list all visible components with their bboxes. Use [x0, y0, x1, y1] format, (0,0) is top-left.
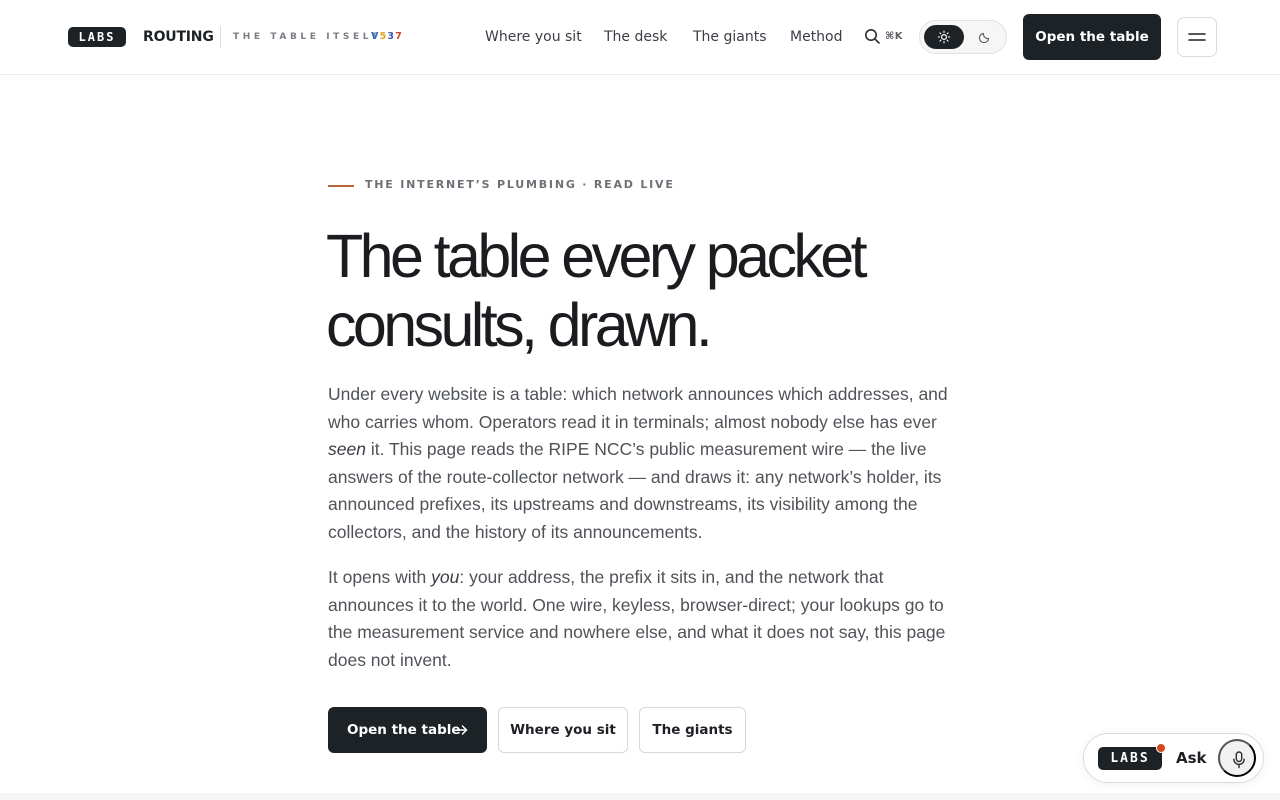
intro-text-start: Under every website is a table: which ne…	[328, 384, 948, 432]
version-digit-3: 7	[395, 31, 403, 42]
version-label: V537	[371, 30, 403, 44]
nav-where-you-sit[interactable]: Where you sit	[485, 27, 582, 47]
where-you-sit-button[interactable]: Where you sit	[498, 707, 628, 753]
nav-method[interactable]: Method	[790, 27, 843, 47]
theme-light-option[interactable]	[924, 25, 964, 49]
brand-tagline: THE TABLE ITSELF	[233, 32, 382, 42]
hero-title: The table every packet consults, drawn.	[326, 222, 966, 360]
microphone-button[interactable]	[1218, 739, 1256, 777]
search-icon[interactable]	[864, 28, 882, 46]
hero-title-line-2: consults, drawn.	[326, 291, 713, 359]
hero-title-line-1: The table every packet	[326, 222, 868, 290]
hero-detail-paragraph: It opens with you: your address, the pre…	[328, 564, 960, 674]
brand-name[interactable]: ROUTING	[143, 27, 214, 47]
notification-dot	[1156, 743, 1166, 753]
nav-the-desk[interactable]: The desk	[604, 27, 667, 47]
ask-assistant-widget[interactable]: LABS Ask	[1083, 733, 1264, 783]
intro-text-end: it. This page reads the RIPE NCC’s publi…	[328, 439, 942, 542]
menu-button[interactable]	[1177, 17, 1217, 57]
the-giants-button[interactable]: The giants	[639, 707, 746, 753]
labs-logo[interactable]: LABS	[68, 27, 126, 47]
search-shortcut: ⌘K	[885, 31, 904, 42]
nav-the-giants[interactable]: The giants	[693, 27, 767, 47]
next-section-edge	[0, 793, 1280, 800]
eyebrow-accent-line	[328, 185, 354, 187]
open-table-button[interactable]: Open the table	[328, 707, 487, 753]
open-table-header-button[interactable]: Open the table	[1023, 14, 1161, 60]
ask-label[interactable]: Ask	[1176, 748, 1207, 768]
theme-dark-option[interactable]	[966, 25, 1004, 49]
intro-emphasis: seen	[328, 439, 366, 460]
brand-divider	[220, 26, 221, 48]
hero-intro-paragraph: Under every website is a table: which ne…	[328, 381, 960, 547]
hero-eyebrow: THE INTERNET’S PLUMBING · READ LIVE	[365, 178, 675, 191]
version-prefix: V	[371, 31, 380, 42]
detail-emphasis: you	[431, 567, 460, 587]
open-table-button-label: Open the table	[347, 722, 461, 738]
top-navigation-bar: LABS ROUTING THE TABLE ITSELF V537 Where…	[0, 0, 1280, 75]
detail-text-start: It opens with	[328, 567, 432, 587]
theme-toggle[interactable]	[919, 20, 1007, 54]
ask-labs-logo: LABS	[1098, 747, 1162, 770]
